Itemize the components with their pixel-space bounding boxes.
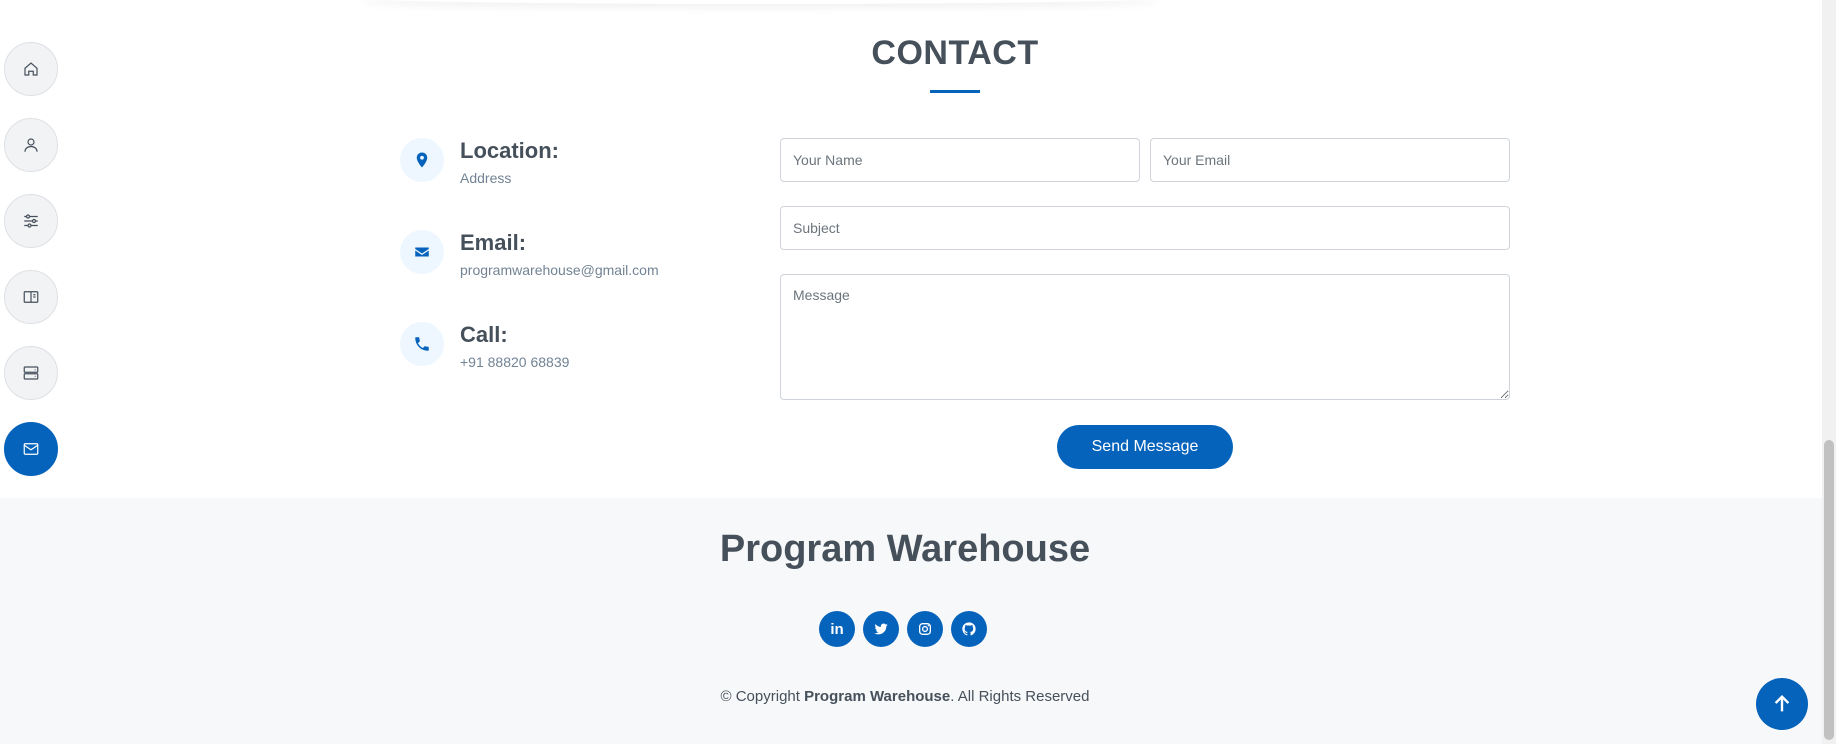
title-underline: [930, 90, 980, 93]
page-scrollbar[interactable]: [1822, 0, 1836, 744]
location-pin-icon: [400, 138, 444, 182]
email-label: Email:: [460, 230, 527, 255]
copyright-brand: Program Warehouse: [804, 688, 951, 705]
phone-icon: [400, 322, 444, 366]
call-info: Call: +91 88820 68839: [400, 322, 569, 370]
location-label: Location:: [460, 138, 559, 163]
linkedin-button[interactable]: in: [819, 611, 855, 647]
scrollbar-thumb[interactable]: [1824, 440, 1834, 740]
copyright: © Copyright Program Warehouse. All Right…: [0, 688, 1810, 705]
sliders-icon: [24, 214, 38, 228]
book-icon: [23, 291, 39, 303]
location-info: Location: Address: [400, 138, 559, 186]
nav-services-button[interactable]: [4, 346, 58, 400]
nav-skills-button[interactable]: [4, 194, 58, 248]
person-icon: [24, 138, 38, 152]
nav-about-button[interactable]: [4, 118, 58, 172]
footer: Program Warehouse in © Copyright Program…: [0, 498, 1822, 744]
envelope-icon: [400, 230, 444, 274]
section-divider-shadow: [360, 0, 1160, 4]
footer-brand: Program Warehouse: [719, 528, 1091, 570]
twitter-button[interactable]: [863, 611, 899, 647]
call-value: +91 88820 68839: [460, 354, 570, 370]
call-label: Call:: [460, 322, 508, 347]
arrow-up-icon: [1774, 694, 1790, 712]
email-info: Email: programwarehouse@gmail.com: [400, 230, 659, 278]
copyright-suffix: . All Rights Reserved: [950, 688, 1090, 705]
back-to-top-button[interactable]: [1756, 678, 1808, 730]
social-links: in: [819, 611, 995, 647]
email-field[interactable]: [1150, 138, 1510, 182]
github-icon: [962, 622, 976, 636]
name-field[interactable]: [780, 138, 1140, 182]
server-icon: [23, 366, 39, 380]
instagram-icon: [919, 623, 931, 635]
nav-resume-button[interactable]: [4, 270, 58, 324]
message-field[interactable]: [780, 274, 1510, 400]
github-button[interactable]: [951, 611, 987, 647]
twitter-icon: [874, 623, 888, 635]
email-value: programwarehouse@gmail.com: [460, 262, 659, 278]
envelope-icon: [23, 443, 39, 455]
location-value: Address: [460, 170, 512, 186]
subject-field[interactable]: [780, 206, 1510, 250]
send-message-button[interactable]: Send Message: [1057, 425, 1233, 469]
copyright-prefix: © Copyright: [720, 688, 805, 705]
instagram-button[interactable]: [907, 611, 943, 647]
section-title: CONTACT: [871, 34, 1039, 72]
nav-contact-button[interactable]: [4, 422, 58, 476]
side-nav: [4, 42, 58, 498]
linkedin-icon: in: [830, 620, 844, 638]
